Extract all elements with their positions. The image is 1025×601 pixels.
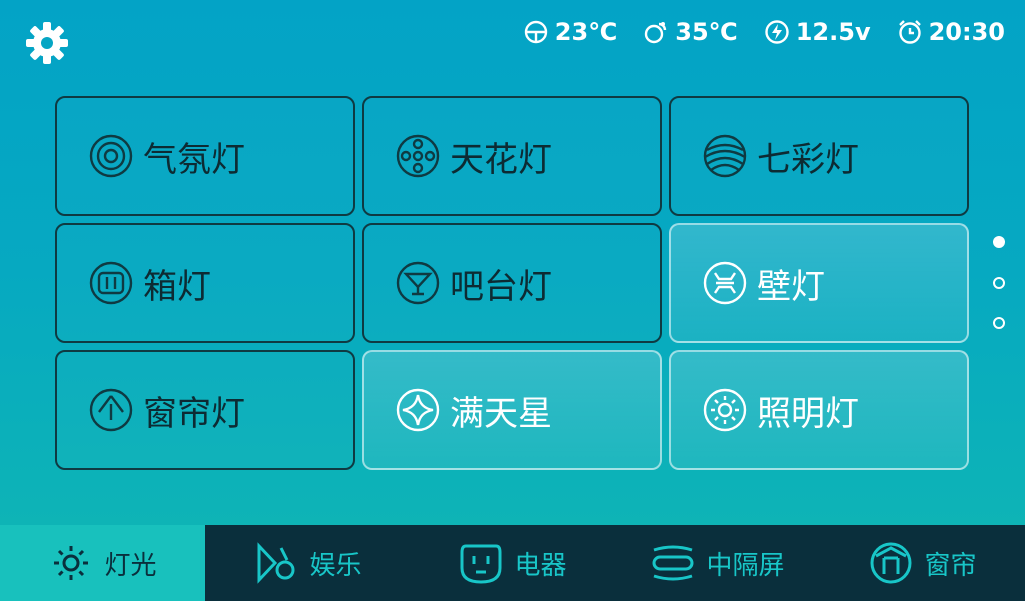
nav-label: 窗帘 <box>924 550 977 581</box>
tile-box-light[interactable]: 箱灯 <box>55 223 355 343</box>
starry-light-icon <box>396 388 440 432</box>
tile-label: 箱灯 <box>143 266 211 307</box>
nav-partition-screen[interactable]: 中隔屏 <box>615 525 820 601</box>
nav-entertainment[interactable]: 娱乐 <box>205 525 410 601</box>
tile-ambient-light[interactable]: 气氛灯 <box>55 96 355 216</box>
ceiling-light-icon <box>396 134 440 178</box>
tile-label: 满天星 <box>450 393 552 434</box>
tile-curtain-light[interactable]: 窗帘灯 <box>55 350 355 470</box>
thermometer-icon <box>524 20 547 44</box>
tile-label: 天花灯 <box>450 139 552 180</box>
outdoor-temp-value: 35℃ <box>675 18 738 46</box>
page-dot-3[interactable] <box>993 317 1005 329</box>
status-bar: 23℃ 35℃ 12.5v 20:30 <box>523 18 1005 46</box>
page-dot-1[interactable] <box>993 236 1005 248</box>
nav-label: 电器 <box>514 550 567 581</box>
tile-bar-light[interactable]: 吧台灯 <box>362 223 662 343</box>
clock: 20:30 <box>897 18 1005 46</box>
sun-icon <box>54 546 89 580</box>
light-grid: 气氛灯 天花灯 七彩灯 箱灯 吧台灯 壁灯 窗帘灯 满天星 照明灯 <box>55 96 970 470</box>
tile-rainbow-light[interactable]: 七彩灯 <box>669 96 969 216</box>
time-value: 20:30 <box>928 18 1005 46</box>
nav-lighting[interactable]: 灯光 <box>0 525 205 601</box>
page-dot-2[interactable] <box>993 277 1005 289</box>
nav-label: 娱乐 <box>309 550 362 581</box>
music-icon <box>257 542 295 584</box>
ambient-light-icon <box>89 134 133 178</box>
box-light-icon <box>89 261 133 305</box>
voltage: 12.5v <box>764 18 871 46</box>
partition-screen-icon <box>652 545 694 581</box>
top-bar: 23℃ 35℃ 12.5v 20:30 <box>0 0 1025 70</box>
tile-label: 七彩灯 <box>757 139 859 180</box>
tile-ceiling-light[interactable]: 天花灯 <box>362 96 662 216</box>
nav-label: 灯光 <box>104 550 157 581</box>
illumination-light-icon <box>703 388 747 432</box>
tile-label: 照明灯 <box>757 393 859 434</box>
tile-label: 气氛灯 <box>143 139 245 180</box>
bolt-icon <box>765 20 789 44</box>
curtain-light-icon <box>89 388 133 432</box>
indoor-temp-value: 23℃ <box>554 18 618 46</box>
gear-icon[interactable] <box>24 20 70 66</box>
indoor-temp: 23℃ <box>523 18 617 46</box>
tile-label: 窗帘灯 <box>143 393 245 434</box>
weather-icon <box>645 22 667 44</box>
tile-illumination-light[interactable]: 照明灯 <box>669 350 969 470</box>
nav-curtain[interactable]: 窗帘 <box>820 525 1025 601</box>
nav-appliances[interactable]: 电器 <box>410 525 615 601</box>
page-indicator <box>993 236 1007 336</box>
tile-starry-light[interactable]: 满天星 <box>362 350 662 470</box>
bar-light-icon <box>396 261 440 305</box>
tile-label: 吧台灯 <box>450 266 552 307</box>
tile-label: 壁灯 <box>757 266 825 307</box>
voltage-value: 12.5v <box>795 18 871 46</box>
outdoor-temp: 35℃ <box>643 18 738 46</box>
bottom-nav: 灯光 娱乐 电器 中隔屏 窗帘 <box>0 525 1025 601</box>
curtain-icon <box>870 542 912 584</box>
rainbow-light-icon <box>703 134 747 178</box>
wall-light-icon <box>703 261 747 305</box>
alarm-clock-icon <box>898 20 921 44</box>
socket-icon <box>460 544 502 584</box>
tile-wall-light[interactable]: 壁灯 <box>669 223 969 343</box>
nav-label: 中隔屏 <box>706 550 785 581</box>
